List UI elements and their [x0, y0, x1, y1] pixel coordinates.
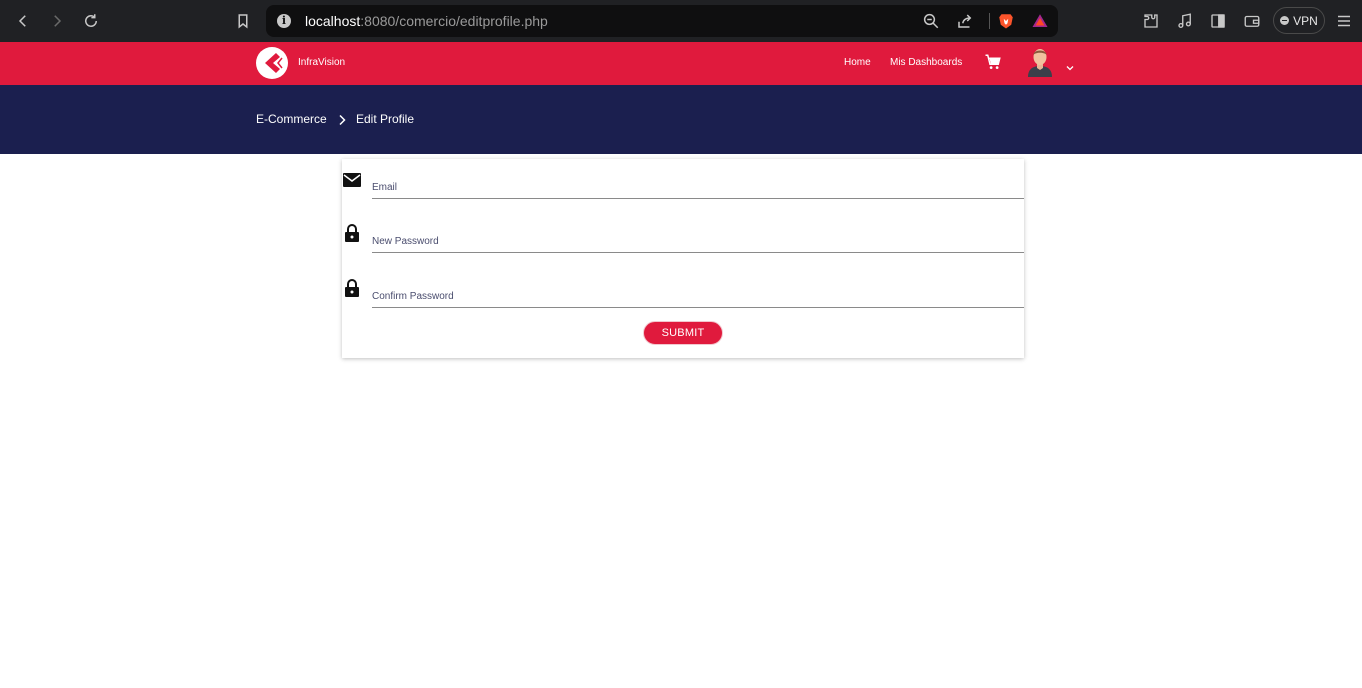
brave-rewards-icon[interactable]	[1031, 12, 1049, 30]
reload-icon[interactable]	[79, 9, 103, 33]
share-icon[interactable]	[956, 12, 974, 30]
extensions-icon[interactable]	[1142, 12, 1160, 30]
brand-name[interactable]: InfraVision	[298, 57, 345, 68]
cart-icon[interactable]	[984, 53, 1002, 71]
app-header: InfraVision Home Mis Dashboards	[0, 42, 1362, 85]
email-input[interactable]	[372, 179, 1024, 199]
submit-button[interactable]: SUBMIT	[643, 321, 723, 345]
zoom-icon[interactable]	[922, 12, 940, 30]
sidebar-icon[interactable]	[1209, 12, 1227, 30]
logo-icon[interactable]	[256, 47, 288, 79]
forward-icon[interactable]	[45, 9, 69, 33]
nav-home-link[interactable]: Home	[844, 57, 871, 68]
breadcrumb-ecommerce[interactable]: E-Commerce	[256, 112, 327, 126]
back-icon[interactable]	[11, 9, 35, 33]
breadcrumb-banner: E-Commerce Edit Profile	[0, 85, 1362, 154]
divider	[989, 13, 990, 29]
url-path: :8080/comercio/editprofile.php	[360, 13, 548, 29]
url-host: localhost	[305, 13, 361, 29]
menu-icon[interactable]	[1335, 12, 1353, 30]
bookmark-icon[interactable]	[231, 9, 255, 33]
new-password-field[interactable]: New Password	[372, 233, 1024, 253]
vpn-status-icon	[1280, 16, 1290, 25]
url-text[interactable]: localhost:8080/comercio/editprofile.php	[305, 13, 548, 29]
vpn-button[interactable]: VPN	[1273, 7, 1325, 34]
brave-shield-icon[interactable]	[997, 12, 1015, 30]
user-avatar[interactable]	[1024, 45, 1056, 77]
breadcrumb-edit-profile: Edit Profile	[356, 112, 415, 126]
music-icon[interactable]	[1176, 12, 1194, 30]
chevron-down-icon[interactable]	[1066, 59, 1074, 71]
chevron-right-icon	[337, 113, 347, 126]
nav-dashboards-link[interactable]: Mis Dashboards	[890, 57, 962, 68]
address-bar[interactable]: i localhost:8080/comercio/editprofile.ph…	[266, 5, 1058, 37]
edit-profile-form: Email New Password Confirm Password SUBM…	[342, 159, 1024, 358]
lock-icon	[342, 223, 362, 243]
confirm-password-field[interactable]: Confirm Password	[372, 288, 1024, 308]
new-password-input[interactable]	[372, 233, 1024, 253]
email-field[interactable]: Email	[372, 179, 1024, 199]
site-info-icon[interactable]: i	[277, 14, 291, 28]
mail-icon	[342, 170, 362, 190]
lock-icon	[342, 278, 362, 298]
confirm-password-input[interactable]	[372, 288, 1024, 308]
browser-toolbar: i localhost:8080/comercio/editprofile.ph…	[0, 0, 1362, 42]
vpn-label: VPN	[1293, 13, 1318, 28]
wallet-icon[interactable]	[1243, 12, 1261, 30]
